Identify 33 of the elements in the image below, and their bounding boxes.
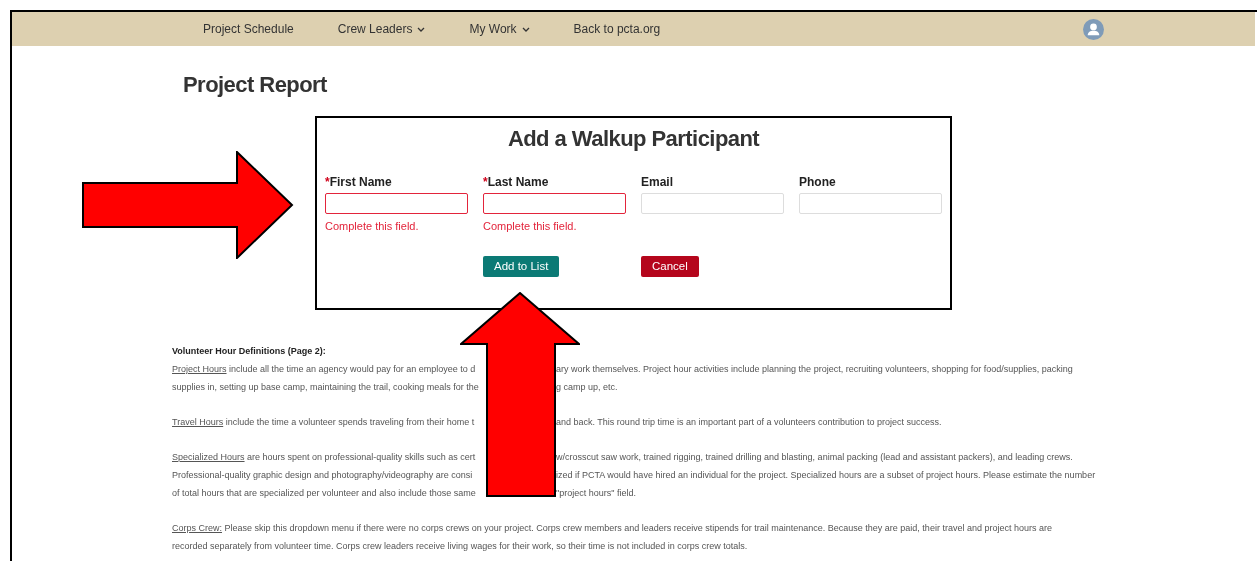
paragraph-text: Professional-quality graphic design and photography/videography are consi [172,469,473,482]
page-title: Project Report [183,71,327,99]
dialog-title: Add a Walkup Participant [507,125,760,153]
cancel-button[interactable]: Cancel [641,256,699,278]
user-avatar-icon[interactable] [1083,18,1104,40]
nav-link[interactable]: Back to pcta.org [573,20,661,38]
nav-link[interactable]: Project Schedule [203,20,294,38]
paragraph-text: recorded separately from volunteer time. Corps crew leaders receive living wages for their work, so their time is not included in corps crew totals. [172,540,748,553]
field-label: *First Name [325,174,392,190]
error-message: Complete this field. [483,219,577,234]
paragraph-text: Specialized Hours are hours spent on professional-quality skills such as cert [172,451,476,464]
input-field[interactable] [483,193,626,214]
nav-link[interactable]: My Work [469,20,530,38]
input-field[interactable] [325,193,468,214]
paragraph-text: w/crosscut saw work, trained rigging, trained drilling and blasting, animal packing (lead and assistant packers), and leading crews. [556,451,1073,464]
nav-link[interactable]: Crew Leaders [337,20,426,38]
paragraph-text: of total hours that are specialized per volunteer and also include those same [172,487,476,500]
paragraph-text: Project Hours include all the time an agency would pay for an employee to d [172,363,476,376]
paragraph-text: Corps Crew: Please skip this dropdown menu if there were no corps crews on your project. Corps crew members and leaders receive stipends for trail maintenance. Because they are paid, their travel and project hours are [172,522,1052,535]
annotation-arrow-icon [82,151,294,259]
error-message: Complete this field. [325,219,419,234]
paragraph-text: supplies in, setting up base camp, maintaining the trail, cooking meals for the [172,381,479,394]
paragraph-text: ized if PCTA would have hired an individual for the project. Specialized hours are a subset of project hours. Please estimate the number [556,469,1096,482]
field-label: Phone [799,174,836,190]
paragraph-text: "project hours" field. [556,487,636,500]
paragraph-text: g camp up, etc. [556,381,618,394]
paragraph-text: Travel Hours include the time a volunteer spends traveling from their home t [172,416,475,429]
field-label: Email [641,174,673,190]
section-heading: Volunteer Hour Definitions (Page 2): [172,345,326,358]
add-button[interactable]: Add to List [483,256,560,278]
field-label: *Last Name [483,174,549,190]
paragraph-text: ary work themselves. Project hour activities include planning the project, recruiting volunteers, shopping for food/supplies, packing [556,363,1073,376]
paragraph-text: and back. This round trip time is an important part of a volunteers contribution to project success. [556,416,942,429]
